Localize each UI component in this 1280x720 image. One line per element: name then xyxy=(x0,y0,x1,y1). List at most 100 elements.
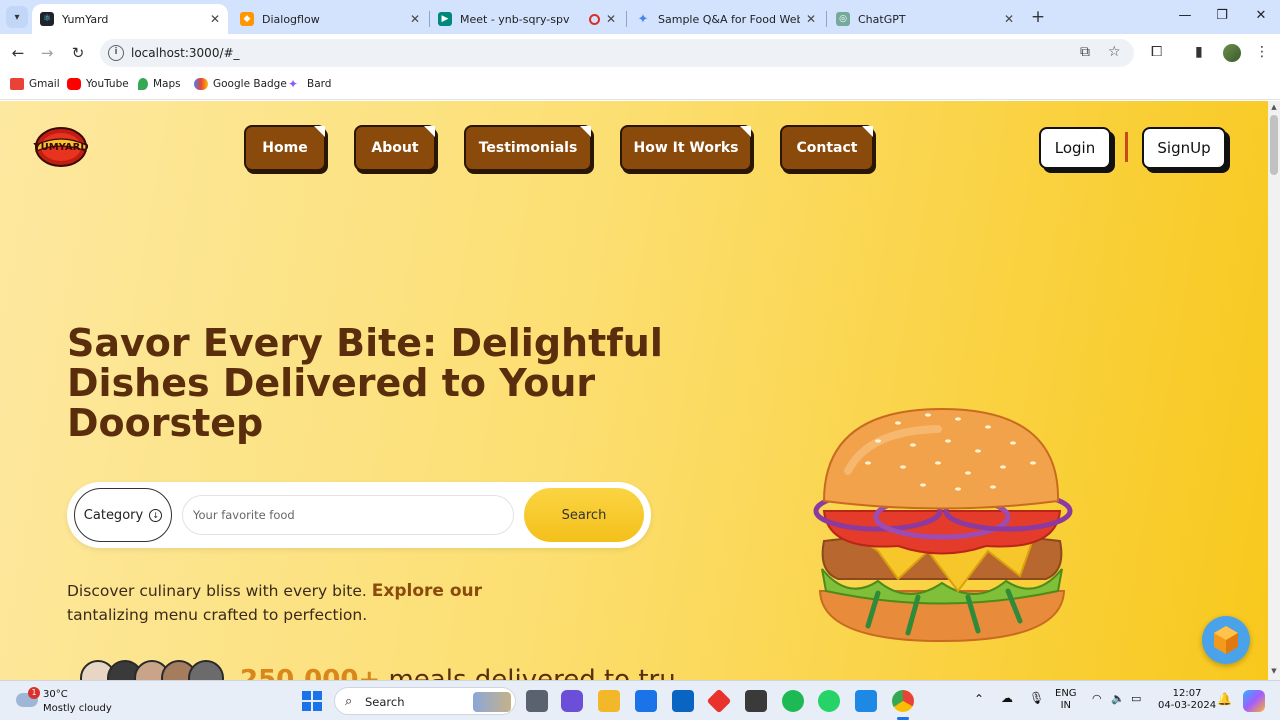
bookmark-label: YouTube xyxy=(86,78,129,90)
chrome-icon[interactable] xyxy=(892,690,914,712)
battery-icon[interactable]: ▭ xyxy=(1131,693,1141,705)
tab-divider xyxy=(626,11,627,27)
wifi-icon[interactable]: ◠ xyxy=(1092,693,1102,705)
side-panel-icon[interactable]: ▮ xyxy=(1195,44,1203,60)
windows-start-icon[interactable] xyxy=(302,691,322,711)
url-text[interactable]: localhost:3000/#_ xyxy=(131,46,240,60)
bookmark-label: Bard xyxy=(307,78,332,90)
clock[interactable]: 12:07 04-03-2024 xyxy=(1158,688,1216,712)
extensions-icon[interactable]: ⧠ xyxy=(1151,44,1162,60)
whatsapp-icon[interactable] xyxy=(818,690,840,712)
scrollbar-thumb[interactable] xyxy=(1270,115,1278,175)
category-label: Category xyxy=(83,507,144,523)
category-dropdown[interactable]: Category ↓ xyxy=(74,488,172,542)
address-bar[interactable]: i localhost:3000/#_ ⧉ ☆ xyxy=(100,39,1134,67)
vscode-icon[interactable] xyxy=(855,690,877,712)
forward-button[interactable]: → xyxy=(37,43,57,63)
task-view-icon[interactable] xyxy=(526,690,548,712)
install-app-icon[interactable]: ⧉ xyxy=(1080,44,1090,60)
google-meet-icon: ▶ xyxy=(438,12,452,26)
tab-sample-qa[interactable]: ✦ Sample Q&A for Food Website ✕ xyxy=(628,4,824,34)
nav-testimonials-button[interactable]: Testimonials xyxy=(464,125,592,171)
page-scrollbar[interactable]: ▲ ▼ xyxy=(1268,101,1280,680)
tab-title: ChatGPT xyxy=(858,12,906,26)
copilot-icon[interactable] xyxy=(1243,690,1265,712)
bookmark-star-icon[interactable]: ☆ xyxy=(1108,44,1121,60)
back-button[interactable]: ← xyxy=(8,43,28,63)
volume-icon[interactable]: 🔈 xyxy=(1111,693,1125,705)
close-tab-icon[interactable]: ✕ xyxy=(1004,12,1014,26)
restore-button[interactable]: ❐ xyxy=(1212,8,1232,23)
stat-text: meals delivered to tru xyxy=(380,665,676,680)
tab-search-button[interactable]: ▾ xyxy=(6,6,28,28)
minimize-button[interactable]: — xyxy=(1175,8,1195,23)
search-button[interactable]: Search xyxy=(524,488,644,542)
weather-temp: 30°C xyxy=(43,689,68,700)
hero-title: Savor Every Bite: Delightful Dishes Deli… xyxy=(67,321,663,445)
browser-toolbar: ← → ↻ i localhost:3000/#_ ⧉ ☆ ⧠ ▮ ⋮ xyxy=(0,34,1280,72)
anydesk-icon[interactable] xyxy=(706,688,732,714)
close-tab-icon[interactable]: ✕ xyxy=(410,12,420,26)
tab-chatgpt[interactable]: ◎ ChatGPT ✕ xyxy=(828,4,1022,34)
cube-icon xyxy=(1214,626,1238,654)
bookmark-maps[interactable]: Maps xyxy=(138,78,181,90)
bookmark-label: Maps xyxy=(153,78,181,90)
bookmark-youtube[interactable]: YouTube xyxy=(67,78,129,90)
nav-label: Home xyxy=(262,140,308,156)
tab-yumyard[interactable]: ⚛ YumYard ✕ xyxy=(32,4,228,34)
new-tab-button[interactable]: + xyxy=(1028,7,1048,27)
close-window-button[interactable]: ✕ xyxy=(1251,8,1271,23)
reload-button[interactable]: ↻ xyxy=(68,43,88,63)
taskbar-search[interactable]: ⌕ Search xyxy=(334,687,516,715)
spotify-icon[interactable] xyxy=(782,690,804,712)
onedrive-cloud-icon[interactable]: ☁ xyxy=(1001,692,1013,704)
close-tab-icon[interactable]: ✕ xyxy=(606,12,616,26)
tagline-text: tantalizing menu crafted to perfection. xyxy=(67,606,368,624)
file-explorer-icon[interactable] xyxy=(598,690,620,712)
logo-text: YUMYARD xyxy=(32,142,88,153)
yumyard-logo[interactable]: YUMYARD xyxy=(32,125,88,167)
terminal-icon[interactable] xyxy=(745,690,767,712)
browser-menu-icon[interactable]: ⋮ xyxy=(1255,44,1269,60)
auth-divider xyxy=(1125,132,1128,162)
signup-button[interactable]: SignUp xyxy=(1142,127,1226,169)
language-indicator[interactable]: ENG IN xyxy=(1055,688,1077,712)
microphone-icon[interactable]: 🎙 xyxy=(1029,692,1044,704)
bookmark-bard[interactable]: ✦ Bard xyxy=(288,78,331,90)
language-line: IN xyxy=(1060,700,1071,711)
show-hidden-icons[interactable]: ⌃ xyxy=(974,693,984,705)
close-tab-icon[interactable]: ✕ xyxy=(806,12,816,26)
notification-bell-icon[interactable]: 🔔 xyxy=(1217,693,1232,705)
weather-widget[interactable]: 1 30°C Mostly cloudy xyxy=(14,687,134,715)
nav-home-button[interactable]: Home xyxy=(244,125,326,171)
nav-how-it-works-button[interactable]: How It Works xyxy=(620,125,752,171)
clock-time: 12:07 xyxy=(1172,688,1202,699)
maps-icon xyxy=(138,78,148,90)
close-tab-icon[interactable]: ✕ xyxy=(210,12,220,26)
bookmark-gmail[interactable]: Gmail xyxy=(10,78,60,90)
bard-icon: ✦ xyxy=(288,77,299,91)
nav-label: Testimonials xyxy=(478,140,578,156)
gemini-icon: ✦ xyxy=(637,11,649,27)
scroll-up-icon[interactable]: ▲ xyxy=(1268,103,1280,111)
dialogflow-icon: ◆ xyxy=(240,12,254,26)
profile-avatar[interactable] xyxy=(1223,44,1241,62)
microsoft-store-icon[interactable] xyxy=(635,690,657,712)
nav-about-button[interactable]: About xyxy=(354,125,436,171)
site-info-icon[interactable]: i xyxy=(108,45,124,61)
chatbot-button[interactable] xyxy=(1202,616,1250,664)
bookmark-google-badge[interactable]: Google Badge xyxy=(194,78,287,90)
scroll-down-icon[interactable]: ▼ xyxy=(1268,667,1280,675)
burger-illustration xyxy=(813,407,1073,643)
windows-taskbar: 1 30°C Mostly cloudy ⌕ Search ⌃ ☁ 🎙 ENG … xyxy=(0,680,1280,720)
login-button[interactable]: Login xyxy=(1039,127,1111,169)
nav-label: Contact xyxy=(796,140,858,156)
nav-contact-button[interactable]: Contact xyxy=(780,125,874,171)
tab-title: Sample Q&A for Food Website xyxy=(658,12,800,26)
food-search-input[interactable] xyxy=(182,495,514,535)
teams-chat-icon[interactable] xyxy=(561,690,583,712)
bookmarks-bar: Gmail YouTube Maps Google Badge ✦ Bard xyxy=(0,72,1280,100)
mail-icon[interactable] xyxy=(672,690,694,712)
tab-dialogflow[interactable]: ◆ Dialogflow ✕ xyxy=(232,4,428,34)
tab-google-meet[interactable]: ▶ Meet - ynb-sqry-spv ✕ xyxy=(430,4,624,34)
